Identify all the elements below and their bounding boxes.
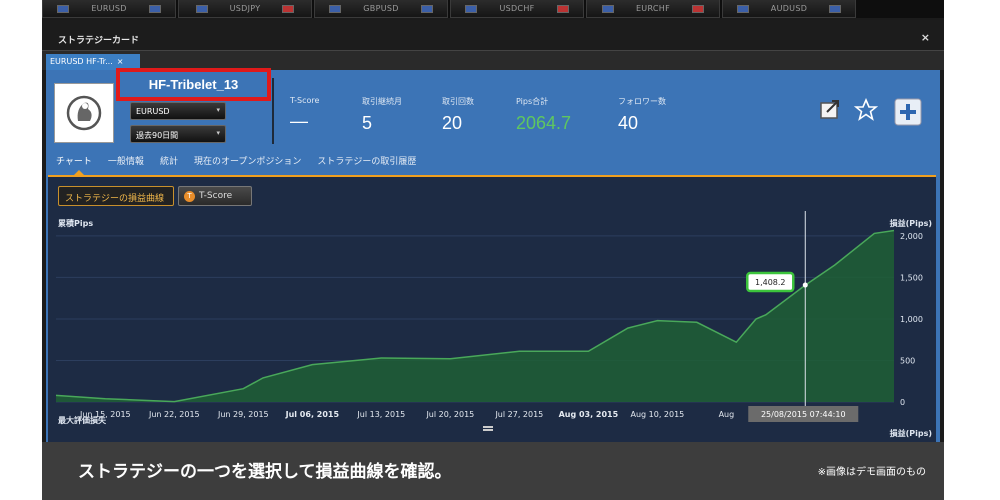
ticker-item[interactable]: GBPUSD bbox=[314, 0, 448, 18]
ticker-symbol: USDJPY bbox=[229, 4, 261, 13]
caption-note: ※画像はデモ画面のもの bbox=[817, 467, 926, 478]
tab-strip: EURUSD HF-Tr... × bbox=[42, 50, 944, 71]
ticker-symbol: EURUSD bbox=[91, 4, 127, 13]
stat-pips: Pips合計 2064.7 bbox=[516, 96, 571, 134]
flag-icon bbox=[465, 4, 478, 13]
time-tooltip: 25/08/2015 07:44:10 bbox=[748, 406, 859, 422]
ticker-item[interactable]: USDCHF bbox=[450, 0, 584, 18]
value-tooltip: 1,408.2 bbox=[746, 271, 795, 293]
x-tick-label: Jun 15, 2015 bbox=[79, 410, 131, 419]
scroll-handle[interactable] bbox=[483, 426, 493, 428]
strategy-logo bbox=[54, 83, 114, 143]
ticker-item[interactable]: EURUSD bbox=[42, 0, 176, 18]
crosshair-point bbox=[802, 282, 808, 288]
ticker-symbol: AUDUSD bbox=[770, 4, 808, 13]
dialog-titlebar: ストラテジーカード × bbox=[42, 20, 944, 50]
y-tick-label: 2,000 bbox=[900, 232, 923, 241]
flag-icon bbox=[195, 4, 208, 13]
strategy-card: HF-Tribelet_13 EURUSD ▾ 過去90日間 ▾ T-Score… bbox=[46, 68, 940, 442]
stat-value: 5 bbox=[362, 113, 373, 133]
ticker-symbol: GBPUSD bbox=[363, 4, 399, 13]
ticker-item[interactable]: EURCHF bbox=[586, 0, 720, 18]
tab-general[interactable]: 一般情報 bbox=[108, 154, 144, 167]
period-select[interactable]: 過去90日間 ▾ bbox=[130, 125, 226, 143]
rider-logo-icon bbox=[66, 95, 102, 131]
stat-followers: フォロワー数 40 bbox=[618, 96, 666, 134]
subtab-bar: チャート 一般情報 統計 現在のオープンポジション ストラテジーの取引履歴 bbox=[56, 154, 416, 167]
y-tick-label: 0 bbox=[900, 398, 905, 407]
x-tick-label: Jul 06, 2015 bbox=[285, 410, 340, 419]
stat-value: — bbox=[290, 111, 308, 131]
x-tick-label: Jun 29, 2015 bbox=[217, 410, 269, 419]
flag-icon bbox=[148, 4, 161, 13]
tooltip-value: 1,408.2 bbox=[755, 278, 786, 287]
app-window: EURUSD USDJPY GBPUSD USDCHF EURCHF AUDUS… bbox=[42, 0, 944, 500]
stat-label: フォロワー数 bbox=[618, 97, 666, 106]
flag-icon bbox=[420, 4, 433, 13]
flag-icon bbox=[692, 4, 705, 13]
scroll-handle[interactable] bbox=[483, 429, 493, 431]
pair-select[interactable]: EURUSD ▾ bbox=[130, 102, 226, 120]
ticker-item[interactable]: USDJPY bbox=[178, 0, 312, 18]
strategy-name: HF-Tribelet_13 bbox=[148, 77, 239, 92]
add-icon[interactable] bbox=[894, 98, 922, 126]
x-tick-label: Jul 13, 2015 bbox=[356, 410, 405, 419]
tab-statistics[interactable]: 統計 bbox=[160, 154, 178, 167]
divider bbox=[272, 78, 274, 144]
stat-value: 40 bbox=[618, 113, 639, 133]
close-icon[interactable]: × bbox=[921, 31, 930, 44]
flag-icon bbox=[601, 4, 614, 13]
ticker-symbol: EURCHF bbox=[635, 4, 671, 13]
chart-area: ストラテジーの損益曲線 T T-Score 累積Pips 損益(Pips) 最大評… bbox=[48, 175, 936, 442]
ticker-item[interactable]: AUDUSD bbox=[722, 0, 856, 18]
ticker-bar: EURUSD USDJPY GBPUSD USDCHF EURCHF AUDUS… bbox=[42, 0, 944, 18]
period-select-value: 過去90日間 bbox=[136, 131, 179, 140]
y-tick-label: 500 bbox=[900, 356, 915, 365]
x-tick-label: Aug 03, 2015 bbox=[559, 410, 619, 419]
flag-icon bbox=[57, 4, 70, 13]
pnl-chart[interactable]: 0 500 1,000 1,500 2,000 Jun 15, 2015 Jun 22, … bbox=[48, 177, 936, 444]
x-tick-label: Aug 10, 2015 bbox=[630, 410, 684, 419]
stat-label: Pips合計 bbox=[516, 97, 549, 106]
y-tick-label: 1,500 bbox=[900, 273, 923, 282]
stat-label: 取引継続月 bbox=[362, 97, 402, 106]
tab-close-icon[interactable]: × bbox=[117, 57, 124, 66]
tab-trade-history[interactable]: ストラテジーの取引履歴 bbox=[317, 154, 416, 167]
ticker-symbol: USDCHF bbox=[499, 4, 535, 13]
pnl-area bbox=[56, 230, 894, 402]
export-icon[interactable] bbox=[818, 98, 842, 122]
flag-icon bbox=[736, 4, 749, 13]
stat-months: 取引継続月 5 bbox=[362, 96, 402, 134]
pair-select-value: EURUSD bbox=[136, 107, 170, 116]
y-tick-label: 1,000 bbox=[900, 315, 923, 324]
x-tick-label: Aug bbox=[719, 410, 735, 419]
stat-value: 2064.7 bbox=[516, 113, 572, 133]
flag-icon bbox=[282, 4, 295, 13]
dialog-title: ストラテジーカード bbox=[58, 36, 140, 46]
stat-label: T-Score bbox=[290, 96, 320, 105]
tab-label: EURUSD HF-Tr... bbox=[50, 57, 113, 66]
flag-icon bbox=[556, 4, 569, 13]
chevron-down-icon: ▾ bbox=[216, 129, 220, 137]
tab-open-positions[interactable]: 現在のオープンポジション bbox=[194, 154, 301, 167]
x-tick-label: Jun 22, 2015 bbox=[148, 410, 200, 419]
tooltip-time: 25/08/2015 07:44:10 bbox=[761, 410, 846, 419]
tab-chart[interactable]: チャート bbox=[56, 154, 92, 167]
chevron-down-icon: ▾ bbox=[216, 106, 220, 114]
x-tick-label: Jul 20, 2015 bbox=[425, 410, 474, 419]
caption-banner: ストラテジーの一つを選択して損益曲線を確認。 ※画像はデモ画面のもの bbox=[42, 442, 944, 500]
stat-tscore: T-Score — bbox=[290, 96, 319, 132]
strategy-name-highlight: HF-Tribelet_13 bbox=[116, 68, 271, 101]
stat-trades: 取引回数 20 bbox=[442, 96, 474, 134]
flag-icon bbox=[329, 4, 342, 13]
stat-label: 取引回数 bbox=[442, 97, 474, 106]
star-icon[interactable] bbox=[854, 98, 878, 122]
flag-icon bbox=[829, 4, 842, 13]
caption-message: ストラテジーの一つを選択して損益曲線を確認。 bbox=[78, 462, 452, 482]
stat-value: 20 bbox=[442, 113, 463, 133]
x-tick-label: Jul 27, 2015 bbox=[494, 410, 543, 419]
